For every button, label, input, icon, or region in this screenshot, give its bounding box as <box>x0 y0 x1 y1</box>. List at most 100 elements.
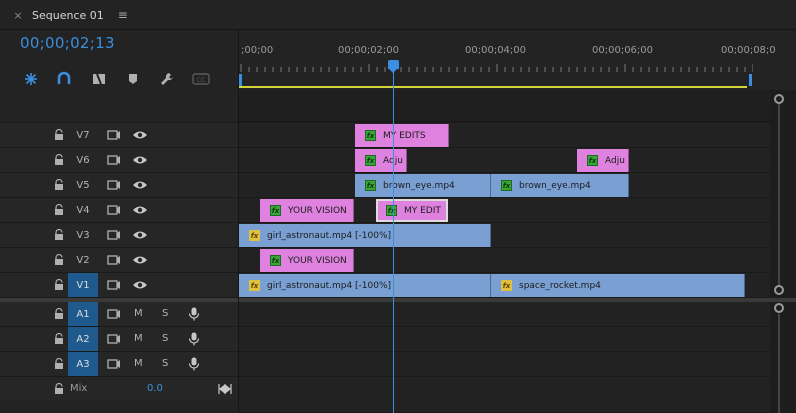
add-marker-icon[interactable] <box>124 71 142 87</box>
scroll-handle-top[interactable] <box>774 303 784 313</box>
wrench-icon[interactable] <box>158 71 176 87</box>
sync-lock-icon[interactable] <box>107 154 121 166</box>
snap-icon[interactable] <box>22 71 40 87</box>
lock-icon[interactable] <box>54 383 64 395</box>
track-lane-a2[interactable] <box>239 327 770 352</box>
work-area-bar[interactable] <box>239 86 747 88</box>
mute-button[interactable]: M <box>134 327 143 351</box>
sync-lock-icon[interactable] <box>107 229 121 241</box>
timeline-spacer <box>0 90 796 122</box>
linked-selection-icon[interactable] <box>55 71 73 87</box>
solo-button[interactable]: S <box>162 352 168 376</box>
sync-lock-icon[interactable] <box>107 204 121 216</box>
track-header-spacer <box>0 90 239 122</box>
video-vertical-scrollbar[interactable] <box>770 90 796 298</box>
lock-icon[interactable] <box>54 204 64 216</box>
in-point-marker[interactable] <box>239 74 242 86</box>
clip-adjustment[interactable]: fx MY EDITS <box>355 124 449 147</box>
clip-adjustment[interactable]: fx Adju <box>355 149 407 172</box>
playhead-timecode[interactable]: 00;00;02;13 <box>20 34 115 52</box>
solo-button[interactable]: S <box>162 327 168 351</box>
track-lane-v6[interactable] <box>239 148 770 173</box>
panel-menu-icon[interactable]: ≡ <box>118 8 128 22</box>
lock-icon[interactable] <box>54 229 64 241</box>
clip-adjustment-selected[interactable]: fx MY EDIT <box>376 199 448 222</box>
eye-icon[interactable] <box>132 254 148 266</box>
track-lane-mix[interactable] <box>239 377 770 413</box>
microphone-icon[interactable] <box>188 307 200 321</box>
sync-lock-icon[interactable] <box>107 358 121 370</box>
clip-video[interactable]: fx brown_eye.mp4 <box>491 174 629 197</box>
go-to-in-out-icon[interactable] <box>218 383 232 395</box>
clip-adjustment[interactable]: fx YOUR VISION <box>260 249 354 272</box>
eye-icon[interactable] <box>132 229 148 241</box>
clip-video[interactable]: fx girl_astronaut.mp4 [-100%] <box>239 224 491 247</box>
lock-icon[interactable] <box>54 129 64 141</box>
add-edit-icon[interactable] <box>90 71 108 87</box>
scroll-handle-top[interactable] <box>774 94 784 104</box>
track-name[interactable]: A2 <box>68 327 98 351</box>
mute-button[interactable]: M <box>134 302 143 326</box>
lock-icon[interactable] <box>54 154 64 166</box>
lock-icon[interactable] <box>54 333 64 345</box>
solo-button[interactable]: S <box>162 302 168 326</box>
eye-icon[interactable] <box>132 279 148 291</box>
lock-icon[interactable] <box>54 179 64 191</box>
sync-lock-icon[interactable] <box>107 308 121 320</box>
captions-icon[interactable]: CC <box>192 71 210 87</box>
sync-lock-icon[interactable] <box>107 279 121 291</box>
sync-lock-icon[interactable] <box>107 254 121 266</box>
clip-adjustment[interactable]: fx Adju <box>577 149 629 172</box>
mix-label: Mix <box>70 383 88 394</box>
ruler-label: 00;00;06;00 <box>592 45 654 56</box>
audio-vertical-scrollbar[interactable] <box>770 302 796 413</box>
track-lane-a3[interactable] <box>239 352 770 377</box>
clip-label: MY EDITS <box>383 130 426 141</box>
track-name[interactable]: V3 <box>68 223 98 247</box>
track-header-a3: A3 M S <box>0 352 239 377</box>
track-lane-v7[interactable] <box>239 123 770 148</box>
track-header-v7: V7 <box>0 123 239 148</box>
lock-icon[interactable] <box>54 254 64 266</box>
microphone-icon[interactable] <box>188 332 200 346</box>
close-tab-icon[interactable]: × <box>12 9 24 22</box>
mix-volume-value[interactable]: 0.0 <box>147 377 163 401</box>
clip-video[interactable]: fx girl_astronaut.mp4 [-100%] <box>239 274 491 297</box>
clip-label: MY EDIT <box>404 205 441 216</box>
sync-lock-icon[interactable] <box>107 129 121 141</box>
lock-icon[interactable] <box>54 279 64 291</box>
track-name[interactable]: V5 <box>68 173 98 197</box>
microphone-icon[interactable] <box>188 357 200 371</box>
clip-video[interactable]: fx brown_eye.mp4 <box>355 174 491 197</box>
track-lane-a1[interactable] <box>239 302 770 327</box>
fx-badge: fx <box>501 180 512 191</box>
track-header-a2: A2 M S <box>0 327 239 352</box>
clip-adjustment[interactable]: fx YOUR VISION <box>260 199 354 222</box>
sync-lock-icon[interactable] <box>107 179 121 191</box>
clip-label: Adju <box>605 155 625 166</box>
lock-icon[interactable] <box>54 358 64 370</box>
eye-icon[interactable] <box>132 179 148 191</box>
eye-icon[interactable] <box>132 129 148 141</box>
track-name[interactable]: A1 <box>68 302 98 326</box>
time-ruler[interactable]: ;00;00 00;00;02;00 00;00;04;00 00;00;06;… <box>239 30 796 90</box>
playhead-line[interactable] <box>393 64 394 413</box>
clip-label: brown_eye.mp4 <box>519 180 591 191</box>
lock-icon[interactable] <box>54 308 64 320</box>
eye-icon[interactable] <box>132 154 148 166</box>
track-name[interactable]: V1 <box>68 273 98 297</box>
track-name[interactable]: V4 <box>68 198 98 222</box>
clip-label: girl_astronaut.mp4 [-100%] <box>267 230 392 241</box>
track-name[interactable]: V7 <box>68 123 98 147</box>
eye-icon[interactable] <box>132 204 148 216</box>
sync-lock-icon[interactable] <box>107 333 121 345</box>
out-point-marker[interactable] <box>749 74 752 86</box>
scroll-handle-bottom[interactable] <box>774 285 784 295</box>
mute-button[interactable]: M <box>134 352 143 376</box>
tab-sequence[interactable]: × Sequence 01 ≡ <box>6 0 134 30</box>
track-name[interactable]: A3 <box>68 352 98 376</box>
track-name[interactable]: V2 <box>68 248 98 272</box>
fx-badge: fx <box>365 180 376 191</box>
track-name[interactable]: V6 <box>68 148 98 172</box>
clip-video[interactable]: fx space_rocket.mp4 <box>491 274 745 297</box>
